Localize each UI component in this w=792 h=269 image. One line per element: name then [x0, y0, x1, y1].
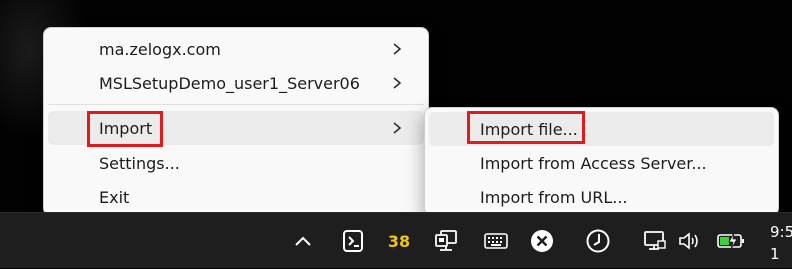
terminal-app-icon — [343, 230, 363, 252]
menu-item-label: ma.zelogx.com — [99, 39, 221, 59]
menu-item-import[interactable]: Import — [48, 111, 424, 145]
menu-item-label: Import — [99, 118, 153, 138]
tray-app-openvpn[interactable] — [429, 213, 463, 269]
taskbar: 38 9:5 1 — [0, 212, 792, 268]
clock-time: 9:5 — [770, 223, 792, 241]
menu-item-server-ma-zelogx[interactable]: ma.zelogx.com — [48, 32, 424, 66]
import-submenu: Import file... Import from Access Server… — [424, 107, 779, 216]
tray-notification-badge[interactable]: 38 — [384, 213, 414, 269]
show-hidden-icons-button[interactable] — [288, 213, 318, 269]
tray-context-menu: ma.zelogx.com MSLSetupDemo_user1_Server0… — [43, 27, 429, 216]
taskbar-clock[interactable]: 9:5 1 — [770, 221, 792, 265]
tray-app-terminal[interactable] — [337, 213, 369, 269]
menu-item-label: Settings... — [99, 153, 180, 173]
menu-item-label: Import from URL... — [480, 187, 628, 207]
chevron-right-icon — [393, 77, 402, 89]
clock-date: 1 — [770, 245, 780, 263]
network-vpn-icon — [435, 230, 457, 251]
menu-item-server-mslsetupdemo[interactable]: MSLSetupDemo_user1_Server06 — [48, 66, 424, 100]
battery-charging-icon — [717, 232, 744, 250]
tray-volume[interactable] — [676, 213, 702, 269]
timer-icon — [586, 229, 610, 253]
tray-battery[interactable] — [714, 213, 748, 269]
tray-timer[interactable] — [582, 213, 614, 269]
keyboard-icon — [484, 233, 508, 249]
tray-network[interactable] — [640, 213, 670, 269]
close-circle-icon — [531, 230, 553, 252]
tray-close-app[interactable] — [527, 213, 557, 269]
submenu-item-import-file[interactable]: Import file... — [429, 112, 774, 146]
menu-separator — [48, 104, 424, 105]
submenu-item-import-access-server[interactable]: Import from Access Server... — [429, 146, 774, 180]
menu-item-exit[interactable]: Exit — [48, 180, 424, 214]
chevron-right-icon — [393, 43, 402, 55]
menu-item-label: Import from Access Server... — [480, 153, 707, 173]
menu-item-settings[interactable]: Settings... — [48, 146, 424, 180]
chevron-up-icon — [295, 236, 311, 246]
menu-item-label: Import file... — [480, 119, 578, 139]
chevron-right-icon — [393, 122, 402, 134]
badge-count: 38 — [387, 231, 411, 251]
network-icon — [644, 231, 666, 250]
menu-item-label: Exit — [99, 187, 130, 207]
volume-icon — [679, 232, 698, 250]
tray-keyboard[interactable] — [479, 213, 513, 269]
menu-item-label: MSLSetupDemo_user1_Server06 — [99, 73, 360, 93]
submenu-item-import-url[interactable]: Import from URL... — [429, 180, 774, 214]
